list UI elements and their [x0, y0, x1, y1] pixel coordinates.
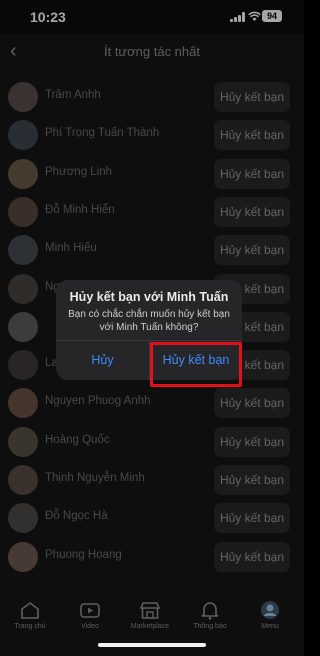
- tab-label: Thông báo: [193, 623, 227, 630]
- screen: 10:23 94 ‹ Ít tương tác nhất Trâm Anhh Hủ…: [0, 0, 304, 656]
- dialog-message: Bạn có chắc chắn muốn hủy kết bạn với Mi…: [68, 309, 230, 333]
- home-icon: [21, 602, 39, 619]
- tab-label: Menu: [261, 623, 279, 630]
- tab-menu[interactable]: Menu: [242, 600, 298, 640]
- tab-marketplace[interactable]: Marketplace: [122, 600, 178, 640]
- highlight-box: [150, 342, 242, 387]
- home-indicator: [98, 643, 206, 647]
- cancel-button[interactable]: Hủy: [56, 340, 149, 380]
- tab-label: Video: [81, 623, 99, 630]
- bell-icon: [201, 602, 219, 620]
- video-icon: [80, 603, 100, 618]
- marketplace-icon: [139, 602, 161, 619]
- tab-label: Trang chủ: [14, 623, 46, 630]
- tab-notifications[interactable]: Thông báo: [182, 600, 238, 640]
- profile-icon: [261, 601, 279, 619]
- dialog-title: Hủy kết bạn với Minh Tuấn: [69, 290, 229, 304]
- tab-video[interactable]: Video: [62, 600, 118, 640]
- tab-home[interactable]: Trang chủ: [2, 600, 58, 640]
- tab-label: Marketplace: [130, 623, 170, 630]
